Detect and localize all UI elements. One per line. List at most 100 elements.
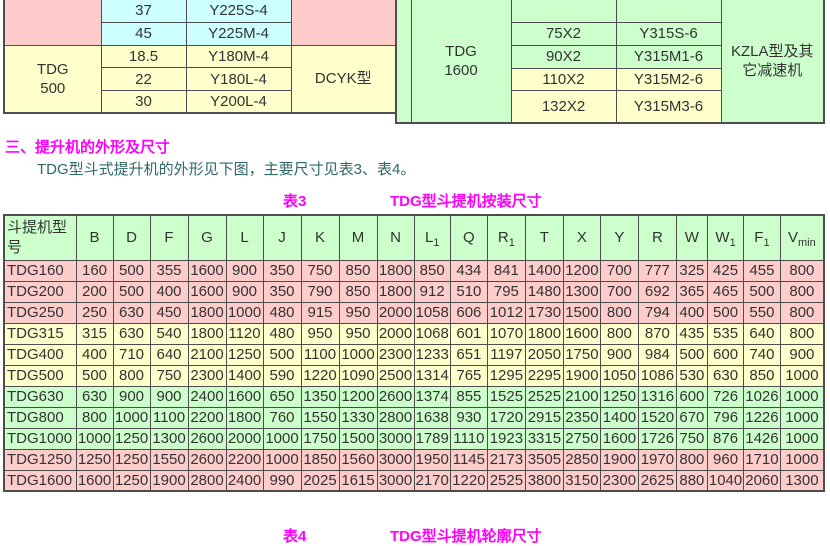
- dim-cell: 400: [676, 302, 707, 323]
- motor-cell-empty: [616, 0, 721, 22]
- dim-cell: 2170: [414, 470, 450, 491]
- dim-cell: 800: [600, 323, 638, 344]
- dim-cell: 1400: [525, 260, 563, 281]
- motor-table-tdg1600: TDG 1600 KZLA型及其它减速机 75X2 Y315S-6 90X2 Y…: [395, 0, 823, 124]
- dim-cell: 876: [707, 428, 743, 449]
- table3-title: TDG型斗提机按装尺寸: [390, 190, 542, 211]
- model-cell: TDG 1600: [411, 0, 511, 123]
- table-row: TDG3153156305401800112048095095020001068…: [4, 323, 824, 344]
- dim-cell: 1197: [487, 344, 525, 365]
- dim-cell: 1720: [487, 407, 525, 428]
- table-row: TDG1250125012501550260022001000185015603…: [4, 449, 824, 470]
- model-cell-empty: [4, 0, 101, 45]
- dim-cell: 2295: [525, 365, 563, 386]
- dim-cell: 500: [744, 281, 780, 302]
- dim-cell: 450: [150, 302, 188, 323]
- dim-cell: 1000: [780, 407, 824, 428]
- dim-cell: 500: [76, 365, 113, 386]
- dim-cell: 1000: [76, 428, 113, 449]
- col-header-k: K: [301, 215, 339, 260]
- dim-cell: 2350: [563, 407, 600, 428]
- dim-cell: 1900: [150, 470, 188, 491]
- dim-cell: 1220: [301, 365, 339, 386]
- dim-cell: 2625: [638, 470, 676, 491]
- dim-cell: 510: [450, 281, 487, 302]
- dim-cell: 800: [676, 449, 707, 470]
- dim-cell: 640: [744, 323, 780, 344]
- dim-cell: 2100: [563, 386, 600, 407]
- dim-cell: 1520: [638, 407, 676, 428]
- dim-cell: 3315: [525, 428, 563, 449]
- dim-cell: 3000: [377, 470, 414, 491]
- dim-cell: 950: [339, 323, 377, 344]
- model-cell: TDG 500: [4, 45, 101, 113]
- motor-cell: Y200L-4: [186, 91, 291, 113]
- model-cell: TDG250: [4, 302, 76, 323]
- col-header-l: L: [226, 215, 263, 260]
- dim-cell: 726: [707, 386, 743, 407]
- table-row: TDG2002005004001600900350790850180091251…: [4, 281, 824, 302]
- dim-cell: 900: [113, 386, 150, 407]
- reducer-cell-empty: [291, 0, 396, 45]
- dim-cell: 855: [450, 386, 487, 407]
- motor-cell: Y315M1-6: [616, 45, 721, 68]
- dim-cell: 2800: [188, 470, 226, 491]
- dim-cell: 500: [263, 344, 301, 365]
- dimensions-table-header-row: 斗提机型号 BDFGLJKMNL1QR1TXYRWW1F1Vmin: [4, 215, 824, 260]
- model-cell: TDG400: [4, 344, 76, 365]
- dim-cell: 2300: [188, 365, 226, 386]
- dim-cell: 1600: [76, 470, 113, 491]
- dim-cell: 2500: [377, 365, 414, 386]
- dim-cell: 1220: [450, 470, 487, 491]
- dim-cell: 1314: [414, 365, 450, 386]
- col-header-r: R: [638, 215, 676, 260]
- table-row: TDG2502506304501800100048091595020001058…: [4, 302, 824, 323]
- dim-cell: 2025: [301, 470, 339, 491]
- table-row: TDG1601605003551600900350750850180085043…: [4, 260, 824, 281]
- dim-cell: 1600: [188, 281, 226, 302]
- dim-cell: 900: [150, 386, 188, 407]
- dim-cell: 1600: [563, 323, 600, 344]
- dim-cell: 1400: [600, 407, 638, 428]
- dim-cell: 1000: [263, 449, 301, 470]
- dim-cell: 2000: [226, 428, 263, 449]
- dim-cell: 1295: [487, 365, 525, 386]
- dim-cell: 3150: [563, 470, 600, 491]
- power-cell: 75X2: [511, 22, 616, 45]
- dim-cell: 1000: [113, 407, 150, 428]
- table-row: TDG1000100012501300260020001000175015003…: [4, 428, 824, 449]
- dim-cell: 1000: [780, 449, 824, 470]
- dim-cell: 1710: [744, 449, 780, 470]
- dim-cell: 3505: [525, 449, 563, 470]
- col-header-w1: W1: [707, 215, 743, 260]
- dim-cell: 1233: [414, 344, 450, 365]
- dim-cell: 1600: [188, 260, 226, 281]
- dim-cell: 630: [113, 323, 150, 344]
- motor-table-tdg500: 37 Y225S-4 45 Y225M-4 TDG 500 18.5 Y180M…: [3, 0, 395, 114]
- dim-cell: 800: [780, 302, 824, 323]
- dim-cell: 1120: [226, 323, 263, 344]
- dim-cell: 2173: [487, 449, 525, 470]
- dim-cell: 350: [263, 281, 301, 302]
- dim-cell: 630: [76, 386, 113, 407]
- dim-cell: 630: [113, 302, 150, 323]
- dim-cell: 800: [780, 281, 824, 302]
- dim-cell: 841: [487, 260, 525, 281]
- dim-cell: 800: [113, 365, 150, 386]
- dim-cell: 950: [301, 323, 339, 344]
- dim-cell: 1200: [563, 260, 600, 281]
- dim-cell: 900: [600, 344, 638, 365]
- col-header-model: 斗提机型号: [4, 215, 76, 260]
- dim-cell: 500: [676, 344, 707, 365]
- dim-cell: 500: [113, 260, 150, 281]
- reducer-cell: DCYK型: [291, 45, 396, 113]
- dim-cell: 1300: [780, 470, 824, 491]
- col-header-d: D: [113, 215, 150, 260]
- dim-cell: 540: [150, 323, 188, 344]
- power-cell: 110X2: [511, 68, 616, 90]
- dim-cell: 1000: [780, 386, 824, 407]
- dim-cell: 850: [414, 260, 450, 281]
- model-cell: TDG500: [4, 365, 76, 386]
- dim-cell: 1000: [780, 428, 824, 449]
- dim-cell: 2200: [226, 449, 263, 470]
